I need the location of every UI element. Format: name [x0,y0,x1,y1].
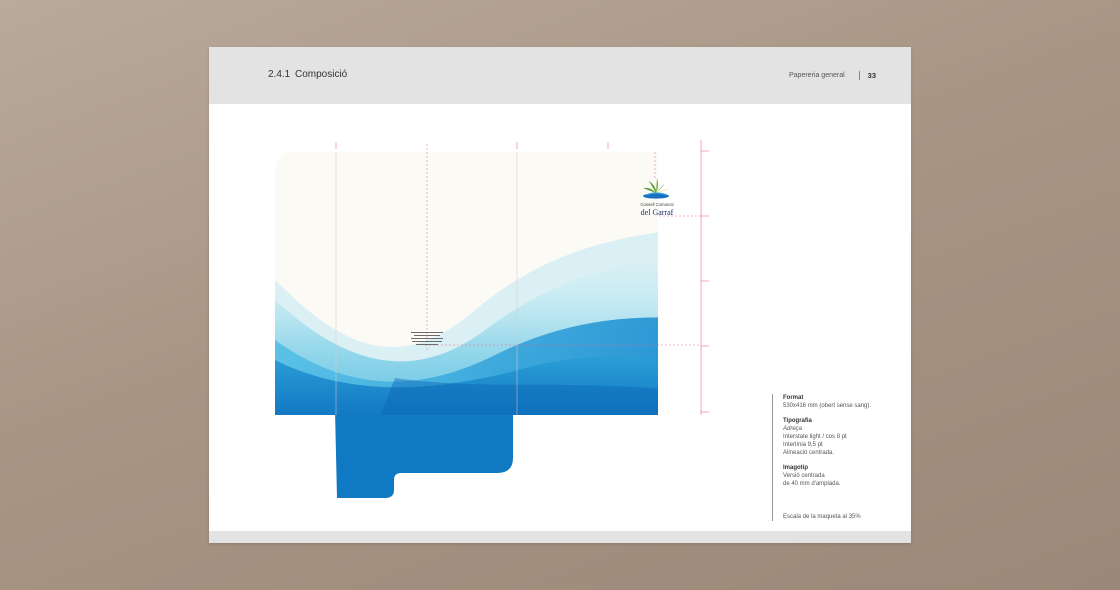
header-right: Papereria general 33 [789,71,876,80]
section-number: 2.4.1 [268,69,291,80]
typography-line1: Interstate light / cos 8 pt [783,434,847,440]
logo-text-line1: Consell Comarcal [640,202,673,207]
folder-mockup: Consell Comarcal del Garraf [275,140,709,498]
folder-pocket [335,410,513,498]
page-number: 33 [867,71,876,80]
imagotip-block: Imagotip Versió centrada de 40 mm d'ampl… [783,464,903,488]
section-title: Composició [295,69,348,80]
scale-note: Escala de la maqueta al 35% [783,514,861,520]
typography-line3: Alineació centrada. [783,450,835,456]
typography-block: Tipografia Adreça Interstate light / cos… [783,417,903,457]
folder-cover [275,152,658,415]
category-label: Papereria general [789,72,845,79]
format-block: Format 530x416 mm (obert sense sang). [783,394,903,410]
format-title: Format [783,395,804,401]
header-separator [858,71,860,80]
format-value: 530x416 mm (obert sense sang). [783,403,872,409]
logo-text-line2: del Garraf [641,208,674,217]
typography-subtitle: Adreça [783,426,803,432]
page-header: 2.4.1 Composició Papereria general 33 [209,47,911,104]
imagotip-title: Imagotip [783,465,808,471]
imagotip-line1: Versió centrada [783,473,825,479]
typography-line2: Interlínia 9,5 pt [783,442,823,448]
typography-title: Tipografia [783,418,812,424]
imagotip-line2: de 40 mm d'amplada. [783,481,841,487]
page-footer-bar [209,531,911,543]
document-page: 2.4.1 Composició Papereria general 33 Co… [209,47,911,543]
spec-panel: Format 530x416 mm (obert sense sang). Ti… [772,394,903,521]
